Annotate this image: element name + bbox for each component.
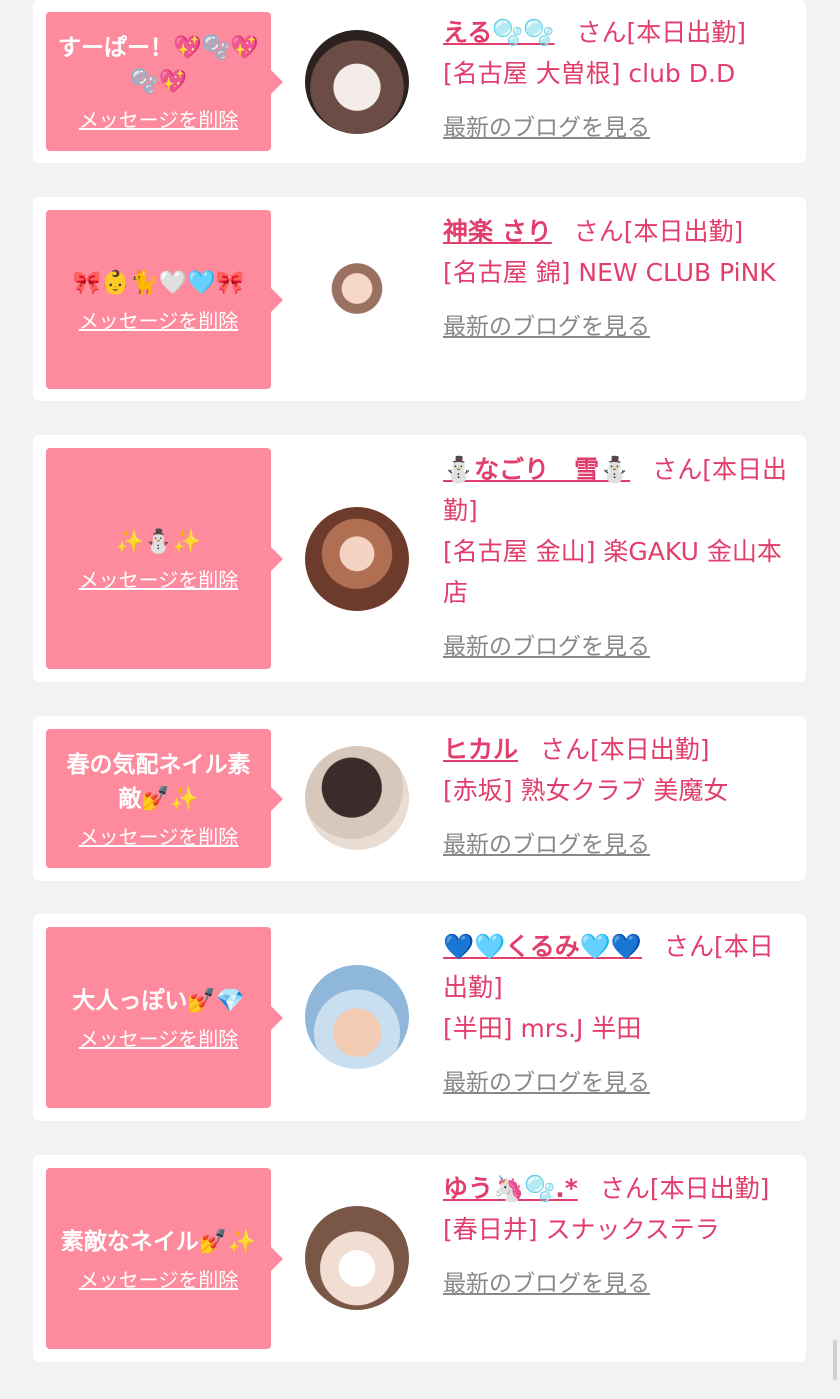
cast-name-link[interactable]: える🫧🫧	[443, 18, 555, 47]
latest-blog-link[interactable]: 最新のブログを見る	[443, 627, 650, 668]
shop-label: [半田] mrs.J 半田	[443, 1014, 642, 1043]
shop-label: [名古屋 金山] 楽GAKU 金山本店	[443, 537, 782, 607]
message-text: 🎀👶🐈🤍🩵🎀	[72, 269, 245, 296]
delete-message-link[interactable]: メッセージを削除	[79, 567, 239, 593]
delete-message-link[interactable]: メッセージを削除	[79, 1267, 239, 1293]
attendance-label: さん[本日出勤]	[540, 735, 710, 764]
scrollbar[interactable]	[833, 1340, 837, 1380]
message-card: すーぱー！💖🫧💖🫧💖 メッセージを削除 える🫧🫧 さん[本日出勤] [名古屋 大曽…	[33, 0, 806, 163]
avatar[interactable]	[305, 1206, 409, 1310]
message-text: 素敵なネイル💅✨	[60, 1228, 257, 1255]
latest-blog-link[interactable]: 最新のブログを見る	[443, 108, 650, 149]
message-text: 春の気配ネイル素敵💅✨	[66, 751, 251, 812]
message-card: 大人っぽい💅💎 メッセージを削除 💙🩵くるみ🩵💙 さん[本日出勤] [半田] mr…	[33, 914, 806, 1121]
message-bubble: すーぱー！💖🫧💖🫧💖 メッセージを削除	[46, 12, 283, 151]
attendance-label: さん[本日出勤]	[573, 217, 744, 246]
message-card: 春の気配ネイル素敵💅✨ メッセージを削除 ヒカル さん[本日出勤] [赤坂] 熟女…	[33, 716, 806, 881]
cast-name-link[interactable]: 💙🩵くるみ🩵💙	[443, 932, 642, 961]
attendance-label: さん[本日出勤]	[599, 1174, 770, 1203]
cast-name-link[interactable]: ⛄なごり 雪⛄	[443, 455, 630, 484]
message-card: 🎀👶🐈🤍🩵🎀 メッセージを削除 神楽 さり さん[本日出勤] [名古屋 錦] NE…	[33, 197, 806, 401]
delete-message-link[interactable]: メッセージを削除	[79, 824, 239, 850]
avatar[interactable]	[305, 507, 409, 611]
message-card: 素敵なネイル💅✨ メッセージを削除 ゆう🦄🫧.* さん[本日出勤] [春日井] ス…	[33, 1155, 806, 1362]
cast-info: ゆう🦄🫧.* さん[本日出勤] [春日井] スナックステラ 最新のブログを見る	[443, 1168, 788, 1305]
attendance-label: さん[本日出勤]	[576, 18, 747, 47]
message-bubble: 🎀👶🐈🤍🩵🎀 メッセージを削除	[46, 210, 283, 389]
message-bubble: 素敵なネイル💅✨ メッセージを削除	[46, 1168, 283, 1349]
cast-name-link[interactable]: ゆう🦄🫧.*	[443, 1174, 578, 1203]
avatar[interactable]	[305, 746, 409, 850]
message-text: ✨⛄✨	[115, 528, 202, 555]
avatar[interactable]	[305, 249, 409, 353]
avatar[interactable]	[305, 30, 409, 134]
latest-blog-link[interactable]: 最新のブログを見る	[443, 307, 650, 348]
cast-info: ⛄なごり 雪⛄ さん[本日出勤] [名古屋 金山] 楽GAKU 金山本店 最新のブ…	[443, 449, 788, 668]
cast-info: える🫧🫧 さん[本日出勤] [名古屋 大曽根] club D.D 最新のブログを見…	[443, 12, 788, 149]
message-text: 大人っぽい💅💎	[72, 987, 245, 1014]
avatar[interactable]	[305, 965, 409, 1069]
shop-label: [赤坂] 熟女クラブ 美魔女	[443, 776, 729, 805]
latest-blog-link[interactable]: 最新のブログを見る	[443, 1063, 650, 1104]
shop-label: [名古屋 錦] NEW CLUB PiNK	[443, 258, 776, 287]
cast-info: ヒカル さん[本日出勤] [赤坂] 熟女クラブ 美魔女 最新のブログを見る	[443, 729, 788, 866]
shop-label: [名古屋 大曽根] club D.D	[443, 59, 736, 88]
cast-info: 💙🩵くるみ🩵💙 さん[本日出勤] [半田] mrs.J 半田 最新のブログを見る	[443, 926, 788, 1104]
message-bubble: ✨⛄✨ メッセージを削除	[46, 448, 283, 669]
cast-name-link[interactable]: ヒカル	[443, 735, 518, 764]
message-card: ✨⛄✨ メッセージを削除 ⛄なごり 雪⛄ さん[本日出勤] [名古屋 金山] 楽G…	[33, 435, 806, 682]
cast-info: 神楽 さり さん[本日出勤] [名古屋 錦] NEW CLUB PiNK 最新のブ…	[443, 211, 788, 348]
shop-label: [春日井] スナックステラ	[443, 1215, 720, 1244]
message-bubble: 大人っぽい💅💎 メッセージを削除	[46, 927, 283, 1108]
cast-name-link[interactable]: 神楽 さり	[443, 217, 552, 246]
latest-blog-link[interactable]: 最新のブログを見る	[443, 1264, 650, 1305]
delete-message-link[interactable]: メッセージを削除	[79, 107, 239, 133]
message-text: すーぱー！💖🫧💖🫧💖	[58, 34, 259, 95]
delete-message-link[interactable]: メッセージを削除	[79, 308, 239, 334]
delete-message-link[interactable]: メッセージを削除	[79, 1026, 239, 1052]
latest-blog-link[interactable]: 最新のブログを見る	[443, 825, 650, 866]
message-bubble: 春の気配ネイル素敵💅✨ メッセージを削除	[46, 729, 283, 868]
